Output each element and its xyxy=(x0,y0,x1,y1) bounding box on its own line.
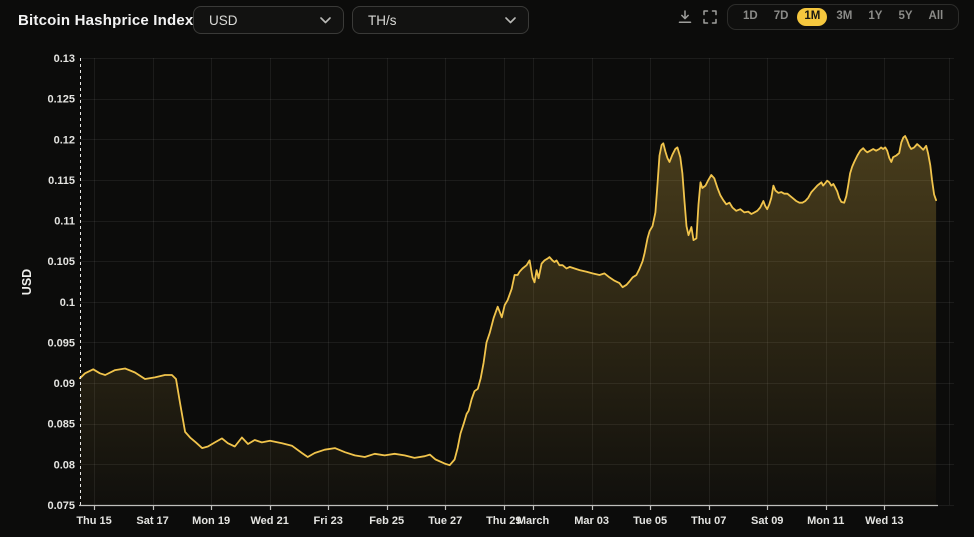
x-tick-label: Thu 15 xyxy=(76,515,111,527)
x-tick-label: Mon 11 xyxy=(807,515,844,527)
y-tick-label: 0.105 xyxy=(47,256,75,268)
y-tick-label: 0.125 xyxy=(47,94,75,106)
range-button-7d[interactable]: 7D xyxy=(767,8,796,26)
y-tick-label: 0.075 xyxy=(47,500,75,512)
chevron-down-icon xyxy=(320,17,331,24)
range-button-1m[interactable]: 1M xyxy=(797,8,827,26)
y-tick-label: 0.085 xyxy=(47,419,75,431)
currency-dropdown[interactable]: USD xyxy=(193,6,344,34)
currency-dropdown-value: USD xyxy=(209,13,238,28)
x-tick-label: Mon 19 xyxy=(192,515,230,527)
range-button-1y[interactable]: 1Y xyxy=(861,8,889,26)
range-button-5y[interactable]: 5Y xyxy=(891,8,919,26)
app: { "header": { "title": "Bitcoin Hashpric… xyxy=(0,0,974,537)
y-axis-title: USD xyxy=(20,269,34,295)
x-tick-label: Wed 21 xyxy=(251,515,289,527)
hashprice-chart[interactable]: 0.13 0.125 0.12 0.115 0.11 0.105 0.1 0.095 0.09 0… xyxy=(0,0,974,537)
y-tick-label: 0.08 xyxy=(54,459,75,471)
x-tick-labels: Thu 15 Sat 17 Mon 19 Wed 21 Fri 23 Feb 25 Tue … xyxy=(76,515,903,527)
x-tick-label: Mar 03 xyxy=(574,515,609,527)
download-icon[interactable] xyxy=(677,7,697,27)
page-title: Bitcoin Hashprice Index xyxy=(18,12,193,29)
y-tick-label: 0.1 xyxy=(60,297,75,309)
x-tick-label: Thu 07 xyxy=(691,515,726,527)
x-tick-label: Fri 23 xyxy=(314,515,343,527)
range-button-3m[interactable]: 3M xyxy=(829,8,859,26)
y-tick-labels: 0.13 0.125 0.12 0.115 0.11 0.105 0.1 0.095 0.09 0… xyxy=(47,53,75,512)
y-tick-label: 0.13 xyxy=(54,53,75,65)
x-axis xyxy=(79,505,938,510)
area-fill xyxy=(80,136,936,505)
x-tick-label: Tue 27 xyxy=(428,515,462,527)
x-tick-label: March xyxy=(517,515,550,527)
range-button-group: 1D7D1M3M1Y5YAll xyxy=(727,4,959,30)
y-tick-label: 0.09 xyxy=(54,378,75,390)
fullscreen-icon[interactable] xyxy=(702,7,722,27)
unit-dropdown-value: TH/s xyxy=(368,13,397,28)
y-tick-label: 0.11 xyxy=(54,216,75,228)
unit-dropdown[interactable]: TH/s xyxy=(352,6,529,34)
chevron-down-icon xyxy=(505,17,516,24)
y-tick-label: 0.12 xyxy=(54,134,75,146)
x-tick-label: Tue 05 xyxy=(633,515,667,527)
x-tick-label: Feb 25 xyxy=(369,515,404,527)
x-tick-label: Sat 17 xyxy=(136,515,168,527)
x-tick-label: Sat 09 xyxy=(751,515,783,527)
range-button-all[interactable]: All xyxy=(922,8,951,26)
y-tick-label: 0.095 xyxy=(47,337,75,349)
x-tick-label: Wed 13 xyxy=(865,515,903,527)
chart-header: Bitcoin Hashprice Index USD TH/s 1D7D1M3… xyxy=(0,0,974,44)
y-tick-label: 0.115 xyxy=(48,175,75,187)
range-button-1d[interactable]: 1D xyxy=(736,8,765,26)
